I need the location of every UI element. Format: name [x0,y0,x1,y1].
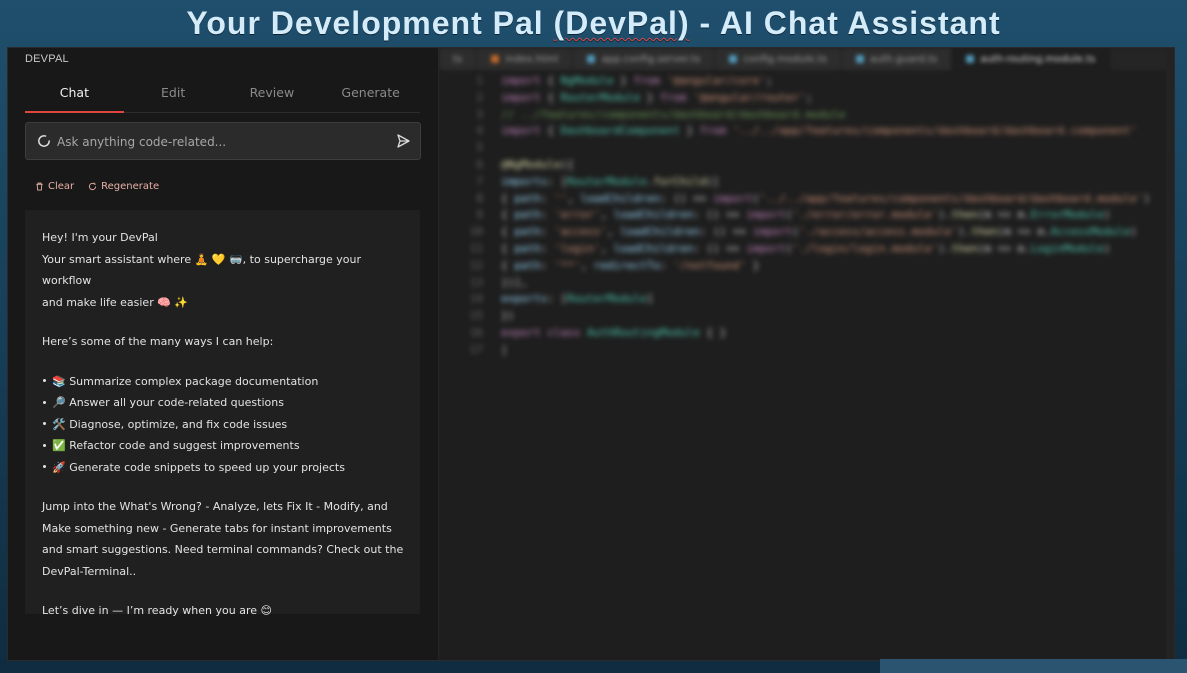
line-number: 4 [476,124,483,138]
file-icon [491,55,500,63]
line-number: 13 [469,275,483,289]
editor-tab-bar: ts index.html app.config.server.ts confi… [439,48,1174,70]
message-body: Hey! I'm your DevPal Your smart assistan… [42,227,412,622]
banner-title-devpal: (DevPal) [553,5,690,41]
line-number: 7 [476,174,483,188]
bullet-icon [43,400,46,404]
bullet-icon [43,465,46,468]
editor-tab[interactable]: config.module.ts [715,48,842,70]
panel-tabs: Chat Edit Review Generate [25,76,420,113]
intro-line-2: and make life easier 🧠 ✨ [42,295,189,309]
devpal-panel: DEVPAL Chat Edit Review Generate Clear [8,48,439,660]
loading-spinner-icon [38,135,50,147]
line-text: { path: 'error', loadChildren: () => imp… [501,208,1111,222]
file-icon [966,55,975,63]
tab-review[interactable]: Review [223,76,322,112]
line-number: 17 [469,342,483,356]
editor-scrollbar[interactable] [1166,48,1174,660]
list-item: 📚 Summarize complex package documentatio… [42,371,412,393]
line-text: import { DashboardComponent } from '../.… [501,124,1137,138]
code-editor: ts index.html app.config.server.ts confi… [439,48,1174,660]
line-number: 2 [476,90,483,104]
line-text: { path: 'access', loadChildren: () => im… [501,225,1137,239]
line-number: 6 [476,158,483,171]
app-window: DEVPAL Chat Edit Review Generate Clear [7,47,1175,661]
line-number: 12 [469,258,483,272]
line-text: ])], [501,275,528,289]
line-text: import { NgModule } from '@angular/core'… [501,74,773,87]
tabs-paragraph-line: Make something new - Generate tabs for i… [42,521,392,535]
line-number: 11 [469,242,483,255]
status-strip [880,659,1187,673]
list-item: 🔎 Answer all your code-related questions [42,392,412,414]
line-text: { path: '**', redirectTo: '/notfound' } [501,258,760,272]
banner-title: Your Development Pal (DevPal) - AI Chat … [0,2,1187,44]
closing-line: Let’s dive in — I’m ready when you are 😊 [42,604,272,617]
greeting-line: Hey! I'm your DevPal [42,231,158,244]
line-number: 1 [476,74,483,87]
regenerate-button[interactable]: Regenerate [88,181,159,192]
list-item: ✅ Refactor code and suggest improvements [42,435,412,457]
line-number: 9 [476,208,483,222]
tab-edit[interactable]: Edit [124,76,223,112]
editor-tab[interactable]: app.config.server.ts [573,48,716,70]
line-number: 3 [476,107,483,121]
line-text: export class AuthRoutingModule { } [501,326,727,339]
ask-box [25,122,421,160]
editor-tab[interactable]: auth.guard.ts [841,48,953,70]
code-area[interactable]: 1 import { NgModule } from '@angular/core… [439,70,1174,660]
editor-tab[interactable]: ts [439,48,478,70]
line-number: 14 [469,292,483,306]
clear-button[interactable]: Clear [35,181,74,192]
trash-icon [36,182,43,191]
file-icon [729,55,738,63]
panel-title: DEVPAL [25,53,69,65]
message-actions: Clear Regenerate [35,181,159,192]
send-icon[interactable] [395,133,411,149]
help-list: 📚 Summarize complex package documentatio… [42,371,412,479]
banner-title-end: - AI Chat Assistant [689,5,1001,41]
intro-line: Your smart assistant where 🧘 💛 🥽, to sup… [42,252,362,288]
editor-tab[interactable]: index.html [477,48,574,70]
refresh-icon [89,182,97,191]
tab-chat[interactable]: Chat [25,76,124,113]
line-text: exports: [RouterModule] [501,292,654,306]
tabs-paragraph-line: Jump into the What's Wrong? - Analyze, l… [42,500,388,513]
line-text: imports: [RouterModule.forChild([ [501,174,720,188]
help-heading: Here’s some of the many ways I can help: [42,335,274,348]
line-text: // ../features/components/dashboard/dash… [501,107,846,121]
ask-input[interactable] [55,129,389,155]
tabs-paragraph-line: DevPal-Terminal.. [42,564,137,578]
line-text: | [501,342,508,356]
banner-title-start: Your Development Pal [186,5,554,41]
tabs-paragraph-line: and smart suggestions. Need terminal com… [42,543,404,556]
tab-generate[interactable]: Generate [321,76,420,112]
line-number: 16 [469,326,483,339]
list-item: 🚀 Generate code snippets to speed up you… [42,457,412,479]
bullet-icon [43,422,46,425]
bullet-icon [43,443,46,447]
line-number: 15 [469,309,483,323]
bullet-icon [43,379,46,382]
line-number: 5 [476,141,483,155]
line-number: 10 [469,225,483,239]
file-icon [855,55,864,63]
line-text: @NgModule({ [501,158,574,171]
line-number: 8 [476,191,483,205]
list-item: 🛠️ Diagnose, optimize, and fix code issu… [42,414,412,436]
file-icon [587,55,596,63]
line-text: }) [501,309,515,323]
assistant-message: Hey! I'm your DevPal Your smart assistan… [25,210,420,617]
regenerate-label: Regenerate [101,181,160,192]
line-text: { path: 'login', loadChildren: () => imp… [501,242,1111,255]
line-text: import { RouterModule } from '@angular/r… [501,90,813,104]
line-text: { path: '', loadChildren: () => import('… [501,191,1151,205]
editor-tab-active[interactable]: auth-routing.module.ts [952,48,1111,70]
clear-label: Clear [48,181,75,192]
